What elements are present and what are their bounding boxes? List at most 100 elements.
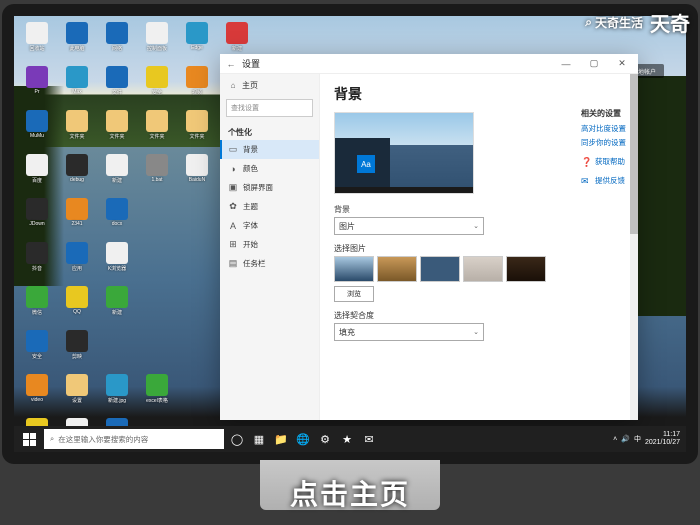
- desktop-icon[interactable]: 文件: [98, 66, 136, 108]
- nav-item-背景[interactable]: ▭背景: [220, 140, 319, 159]
- desktop-icon[interactable]: excel表格: [138, 374, 176, 416]
- nav-icon: A: [228, 221, 238, 231]
- desktop-icon[interactable]: 文件夹: [178, 110, 216, 152]
- video-caption: 点击主页: [0, 473, 700, 513]
- thumb-4[interactable]: [463, 256, 503, 282]
- desktop-icon[interactable]: Edge: [178, 22, 216, 64]
- desktop-icon[interactable]: 应用: [58, 242, 96, 284]
- nav-item-颜色[interactable]: ◑颜色: [220, 159, 319, 178]
- desktop-icon[interactable]: 新建: [98, 286, 136, 328]
- desktop-icon[interactable]: [138, 242, 176, 284]
- back-icon[interactable]: ←: [226, 59, 236, 69]
- desktop-icon[interactable]: 新建.jpg: [98, 374, 136, 416]
- taskbar-app-icon[interactable]: ◯: [226, 426, 248, 452]
- settings-nav: ⌂ 主页 查找设置 个性化 ▭背景◑颜色▣锁屏界面✿主题A字体⊞开始▤任务栏: [220, 74, 320, 420]
- desktop-icon[interactable]: BaiduN: [178, 154, 216, 196]
- desktop-icon[interactable]: Max: [58, 66, 96, 108]
- desktop-icon[interactable]: [178, 198, 216, 240]
- desktop-icon[interactable]: 文件夹: [58, 110, 96, 152]
- choose-label: 选择图片: [334, 243, 624, 254]
- desktop-icon[interactable]: 安全: [18, 330, 56, 372]
- nav-item-锁屏界面[interactable]: ▣锁屏界面: [220, 178, 319, 197]
- taskbar: ⌕ 在这里输入你要搜索的内容 ◯▦📁🌐⚙★✉ ˄ 🔊 中 11:172021/1…: [14, 426, 686, 452]
- feedback-icon: ✉: [581, 176, 591, 186]
- taskbar-app-icon[interactable]: ▦: [248, 426, 270, 452]
- desktop-icon[interactable]: 百度: [18, 154, 56, 196]
- scrollbar[interactable]: [630, 74, 638, 420]
- desktop-icon[interactable]: K浏览器: [98, 242, 136, 284]
- desktop-icon[interactable]: [138, 198, 176, 240]
- related-link-1[interactable]: 高对比度设置: [581, 123, 626, 134]
- desktop-icon[interactable]: debug: [58, 154, 96, 196]
- taskbar-app-icon[interactable]: 🌐: [292, 426, 314, 452]
- settings-search[interactable]: 查找设置: [226, 99, 313, 117]
- desktop-icon[interactable]: 2341: [58, 198, 96, 240]
- settings-window: ← 设置 — ▢ ✕ ⌂ 主页 查找设置 个性化 ▭背景◑颜色▣锁屏界面✿主题A…: [220, 54, 638, 420]
- desktop-icon[interactable]: 文件夹: [98, 110, 136, 152]
- desktop-icon[interactable]: 网络: [98, 22, 136, 64]
- picture-thumbnails: [334, 256, 624, 282]
- desktop-icon[interactable]: 回收站: [18, 22, 56, 64]
- nav-icon: ⊞: [228, 240, 238, 250]
- related-settings: 相关的设置 高对比度设置 同步你的设置 ❓获取帮助 ✉提供反馈: [581, 108, 626, 186]
- desktop-icon[interactable]: 安全: [138, 66, 176, 108]
- desktop-icon[interactable]: Pr: [18, 66, 56, 108]
- desktop-icon[interactable]: docx: [98, 198, 136, 240]
- site-logo: ⌕ 天奇生活 天奇: [585, 8, 690, 37]
- thumb-3[interactable]: [420, 256, 460, 282]
- magnify-icon: ⌕: [585, 15, 592, 30]
- thumb-1[interactable]: [334, 256, 374, 282]
- browse-button[interactable]: 浏览: [334, 286, 374, 302]
- nav-item-任务栏[interactable]: ▤任务栏: [220, 254, 319, 273]
- nav-icon: ▭: [228, 145, 238, 155]
- nav-item-开始[interactable]: ⊞开始: [220, 235, 319, 254]
- page-title: 背景: [334, 84, 624, 104]
- desktop-icon[interactable]: 微信: [18, 286, 56, 328]
- taskbar-app-icon[interactable]: ⚙: [314, 426, 336, 452]
- desktop-icon[interactable]: [178, 242, 216, 284]
- desktop-icon[interactable]: [138, 330, 176, 372]
- nav-category: 个性化: [220, 123, 319, 140]
- desktop-icon[interactable]: [98, 330, 136, 372]
- maximize-button[interactable]: ▢: [580, 54, 608, 74]
- taskbar-search[interactable]: ⌕ 在这里输入你要搜索的内容: [44, 429, 224, 449]
- feedback-link[interactable]: ✉提供反馈: [581, 175, 626, 186]
- desktop-icon[interactable]: [138, 286, 176, 328]
- desktop-icon[interactable]: 剪映: [58, 330, 96, 372]
- window-title: 设置: [242, 57, 260, 70]
- fit-dropdown[interactable]: 填充⌄: [334, 323, 484, 341]
- desktop-icon[interactable]: 新建: [98, 154, 136, 196]
- nav-home[interactable]: ⌂ 主页: [220, 74, 319, 97]
- desktop-icon[interactable]: 控制面板: [138, 22, 176, 64]
- desktop-icon[interactable]: 1.bat: [138, 154, 176, 196]
- desktop-icon[interactable]: 此电脑: [58, 22, 96, 64]
- minimize-button[interactable]: —: [552, 54, 580, 74]
- desktop-icon[interactable]: 视频: [178, 66, 216, 108]
- related-link-2[interactable]: 同步你的设置: [581, 137, 626, 148]
- start-button[interactable]: [16, 426, 42, 452]
- desktop-icon[interactable]: [178, 374, 216, 416]
- nav-item-字体[interactable]: A字体: [220, 216, 319, 235]
- desktop-icon[interactable]: video: [18, 374, 56, 416]
- desktop-icon[interactable]: 抖音: [18, 242, 56, 284]
- desktop-icon[interactable]: MuMu: [18, 110, 56, 152]
- help-link[interactable]: ❓获取帮助: [581, 156, 626, 167]
- desktop-icon[interactable]: [178, 330, 216, 372]
- taskbar-app-icon[interactable]: ✉: [358, 426, 380, 452]
- nav-item-主题[interactable]: ✿主题: [220, 197, 319, 216]
- taskbar-clock[interactable]: 11:172021/10/27: [645, 431, 680, 446]
- thumb-5[interactable]: [506, 256, 546, 282]
- chevron-down-icon: ⌄: [473, 328, 479, 336]
- desktop-icon[interactable]: 设置: [58, 374, 96, 416]
- background-type-dropdown[interactable]: 图片⌄: [334, 217, 484, 235]
- desktop-icon[interactable]: [178, 286, 216, 328]
- taskbar-app-icon[interactable]: ★: [336, 426, 358, 452]
- desktop-icon[interactable]: JDown: [18, 198, 56, 240]
- thumb-2[interactable]: [377, 256, 417, 282]
- desktop-icon[interactable]: 文件夹: [138, 110, 176, 152]
- system-tray[interactable]: ˄ 🔊 中 11:172021/10/27: [613, 431, 684, 446]
- desktop-icon[interactable]: QQ: [58, 286, 96, 328]
- settings-content: 背景 Aa 背景 图片⌄ 选择图片: [320, 74, 638, 420]
- taskbar-app-icon[interactable]: 📁: [270, 426, 292, 452]
- close-button[interactable]: ✕: [608, 54, 636, 74]
